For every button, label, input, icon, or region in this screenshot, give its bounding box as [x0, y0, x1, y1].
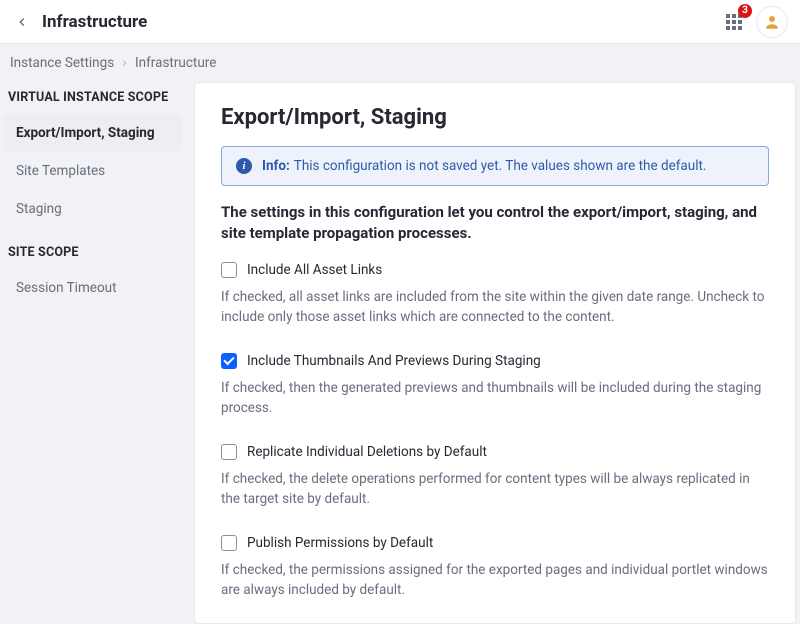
checkbox-include-thumbnails[interactable]	[221, 353, 237, 369]
breadcrumb-current: Infrastructure	[135, 55, 216, 71]
app-header: Infrastructure 3	[0, 0, 800, 44]
page-header-title: Infrastructure	[42, 12, 147, 32]
chevron-left-icon	[15, 15, 29, 29]
option-description: If checked, the delete operations perfor…	[221, 470, 769, 509]
user-icon	[763, 13, 781, 31]
apps-menu-button[interactable]: 3	[718, 6, 750, 38]
back-button[interactable]	[12, 12, 32, 32]
checkbox-replicate-deletions[interactable]	[221, 444, 237, 460]
option-include-thumbnails: Include Thumbnails And Previews During S…	[221, 353, 769, 418]
intro-text: The settings in this configuration let y…	[221, 202, 769, 244]
alert-label: Info:	[262, 158, 290, 174]
user-avatar[interactable]	[756, 6, 788, 38]
page-title: Export/Import, Staging	[221, 105, 769, 130]
option-label[interactable]: Publish Permissions by Default	[247, 535, 433, 551]
sidebar-item-staging[interactable]: Staging	[4, 191, 182, 227]
option-label[interactable]: Replicate Individual Deletions by Defaul…	[247, 444, 487, 460]
option-description: If checked, then the generated previews …	[221, 379, 769, 418]
main-panel: Export/Import, Staging i Info: This conf…	[194, 82, 796, 624]
alert-text: This configuration is not saved yet. The…	[294, 158, 707, 174]
notification-badge: 3	[738, 4, 752, 18]
sidebar-group-title: SITE SCOPE	[4, 237, 182, 268]
option-replicate-deletions: Replicate Individual Deletions by Defaul…	[221, 444, 769, 509]
option-include-all-asset-links: Include All Asset Links If checked, all …	[221, 262, 769, 327]
option-description: If checked, the permissions assigned for…	[221, 561, 769, 600]
checkbox-publish-permissions[interactable]	[221, 535, 237, 551]
breadcrumb: Instance Settings › Infrastructure	[0, 44, 800, 82]
sidebar-item-site-templates[interactable]: Site Templates	[4, 153, 182, 189]
sidebar: VIRTUAL INSTANCE SCOPE Export/Import, St…	[4, 82, 194, 308]
checkbox-include-all-asset-links[interactable]	[221, 262, 237, 278]
option-label[interactable]: Include Thumbnails And Previews During S…	[247, 353, 541, 369]
breadcrumb-parent[interactable]: Instance Settings	[10, 55, 114, 71]
info-alert: i Info: This configuration is not saved …	[221, 146, 769, 186]
option-description: If checked, all asset links are included…	[221, 288, 769, 327]
sidebar-item-export-import-staging[interactable]: Export/Import, Staging	[4, 115, 182, 151]
chevron-right-icon: ›	[123, 55, 127, 71]
info-icon: i	[236, 158, 252, 174]
option-label[interactable]: Include All Asset Links	[247, 262, 382, 278]
sidebar-group-title: VIRTUAL INSTANCE SCOPE	[4, 82, 182, 113]
sidebar-item-session-timeout[interactable]: Session Timeout	[4, 270, 182, 306]
